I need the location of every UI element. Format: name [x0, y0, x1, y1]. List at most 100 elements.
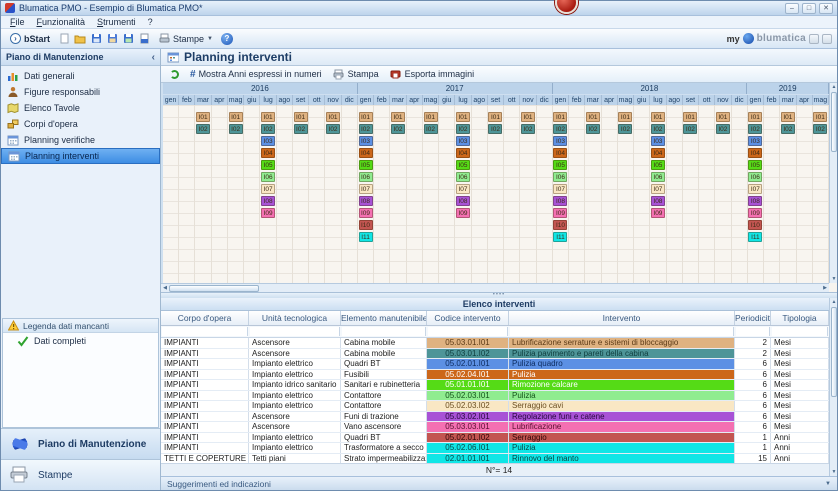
- calendar-cell-i01[interactable]: I01: [456, 112, 470, 122]
- scroll-left-icon[interactable]: ◀: [161, 284, 169, 292]
- calendar-cell-i01[interactable]: I01: [196, 112, 211, 122]
- filter-cell[interactable]: [162, 327, 248, 336]
- table-row-05-02-04-i01[interactable]: IMPIANTI Impianto elettrico Fusibili 05.02.…: [161, 369, 829, 380]
- table-row-05-03-01-i01[interactable]: IMPIANTI Ascensore Cabina mobile 05.03.01.I…: [161, 338, 829, 349]
- maximize-button[interactable]: □: [802, 2, 816, 14]
- calendar-cell-i02[interactable]: I02: [358, 124, 373, 134]
- scroll-right-icon[interactable]: ▶: [821, 284, 829, 292]
- calendar-cell-i09[interactable]: I09: [261, 208, 276, 218]
- filter-cell[interactable]: [772, 327, 828, 336]
- calendar-cell-i11[interactable]: I11: [553, 232, 568, 242]
- calendar-cell-i05[interactable]: I05: [748, 160, 763, 170]
- calendar-cell-i02[interactable]: I02: [488, 124, 503, 134]
- calendar-cell-i05[interactable]: I05: [358, 160, 373, 170]
- calendar-cell-i05[interactable]: I05: [553, 160, 568, 170]
- calendar-cell-i04[interactable]: I04: [748, 148, 763, 158]
- calendar-cell-i08[interactable]: I08: [650, 196, 665, 206]
- calendar-cell-i02[interactable]: I02: [618, 124, 633, 134]
- column-header-tipologia[interactable]: Tipologia: [771, 311, 829, 325]
- sidebar-item-corpi-d-opera[interactable]: Corpi d'opera: [1, 116, 160, 132]
- sidebar-item-dati-generali[interactable]: Dati generali: [1, 68, 160, 84]
- calendar-horizontal-scrollbar[interactable]: ◀ ▶: [161, 283, 829, 292]
- calendar-cell-i01[interactable]: I01: [715, 112, 730, 122]
- calendar-cell-i01[interactable]: I01: [683, 112, 698, 122]
- table-row-05-03-02-i01[interactable]: IMPIANTI Ascensore Funi di trazione 05.03.0…: [161, 411, 829, 422]
- scroll-down-icon[interactable]: ▼: [830, 275, 838, 283]
- calendar-cell-i02[interactable]: I02: [520, 124, 535, 134]
- filter-cell[interactable]: [510, 327, 734, 336]
- calendar-vertical-scrollbar[interactable]: ▲ ▼: [829, 83, 837, 283]
- brand-extra-icon[interactable]: [822, 33, 832, 44]
- scroll-up-icon[interactable]: ▲: [830, 298, 838, 306]
- menu-file[interactable]: File: [5, 17, 30, 27]
- calendar-cell-i02[interactable]: I02: [326, 124, 341, 134]
- calendar-cell-i11[interactable]: I11: [748, 232, 763, 242]
- column-header-codice-intervento[interactable]: Codice intervento: [427, 311, 509, 325]
- column-header-periodicit[interactable]: Periodicità: [735, 311, 771, 325]
- table-row-05-02-03-i01[interactable]: IMPIANTI Impianto elettrico Contattore 05.0…: [161, 390, 829, 401]
- show-years-numbers-button[interactable]: # Mostra Anni espressi in numeri: [187, 69, 325, 80]
- calendar-cell-i06[interactable]: I06: [261, 172, 276, 182]
- calendar-cell-i10[interactable]: I10: [748, 220, 763, 230]
- calendar-cell-i08[interactable]: I08: [261, 196, 276, 206]
- calendar-cell-i02[interactable]: I02: [715, 124, 730, 134]
- calendar-cell-i05[interactable]: I05: [456, 160, 470, 170]
- table-row-05-01-01-i01[interactable]: IMPIANTI Impianto idrico sanitario Sanitar…: [161, 380, 829, 391]
- calendar-cell-i07[interactable]: I07: [553, 184, 568, 194]
- calendar-cell-i01[interactable]: I01: [228, 112, 243, 122]
- table-row-05-02-01-i01[interactable]: IMPIANTI Impianto elettrico Quadri BT 05.02…: [161, 359, 829, 370]
- export-document-button[interactable]: [138, 33, 150, 45]
- scrollbar-thumb[interactable]: [830, 307, 837, 397]
- calendar-cell-i07[interactable]: I07: [650, 184, 665, 194]
- table-row-05-02-03-i02[interactable]: IMPIANTI Impianto elettrico Contattore 05.0…: [161, 401, 829, 412]
- calendar-cell-i02[interactable]: I02: [196, 124, 211, 134]
- sidebar-item-planning-interventi[interactable]: Planning interventi: [1, 148, 160, 164]
- menu-help[interactable]: ?: [143, 17, 158, 27]
- column-header-corpo-d-opera[interactable]: Corpo d'opera: [161, 311, 249, 325]
- calendar-cell-i02[interactable]: I02: [780, 124, 795, 134]
- scrollbar-thumb[interactable]: [169, 285, 259, 292]
- calendar-cell-i01[interactable]: I01: [650, 112, 665, 122]
- calendar-cell-i01[interactable]: I01: [261, 112, 276, 122]
- calendar-cell-i02[interactable]: I02: [813, 124, 828, 134]
- calendar-cell-i02[interactable]: I02: [683, 124, 698, 134]
- calendar-cell-i01[interactable]: I01: [618, 112, 633, 122]
- calendar-cell-i01[interactable]: I01: [358, 112, 373, 122]
- bstart-button[interactable]: › bStart: [6, 32, 54, 45]
- minimize-button[interactable]: –: [785, 2, 799, 14]
- close-button[interactable]: ✕: [819, 2, 833, 14]
- save-as-button[interactable]: [122, 33, 134, 45]
- table-row-05-02-01-i02[interactable]: IMPIANTI Impianto elettrico Quadri BT 05.02…: [161, 432, 829, 443]
- calendar-cell-i07[interactable]: I07: [456, 184, 470, 194]
- calendar-cell-i06[interactable]: I06: [650, 172, 665, 182]
- table-row-05-02-06-i01[interactable]: IMPIANTI Impianto elettrico Trasformatore …: [161, 443, 829, 454]
- calendar-cell-i08[interactable]: I08: [358, 196, 373, 206]
- status-bar[interactable]: Suggerimenti ed indicazioni ▼: [161, 476, 837, 490]
- calendar-cell-i09[interactable]: I09: [748, 208, 763, 218]
- calendar-cell-i03[interactable]: I03: [358, 136, 373, 146]
- save-button[interactable]: [90, 33, 102, 45]
- calendar-cell-i09[interactable]: I09: [553, 208, 568, 218]
- help-button[interactable]: ?: [221, 32, 233, 45]
- sidebar-item-planning-verifiche[interactable]: Planning verifiche: [1, 132, 160, 148]
- column-header-unit-tecnologica[interactable]: Unità tecnologica: [249, 311, 341, 325]
- calendar-cell-i01[interactable]: I01: [520, 112, 535, 122]
- menu-strumenti[interactable]: Strumenti: [92, 17, 141, 27]
- calendar-cell-i02[interactable]: I02: [650, 124, 665, 134]
- calendar-cell-i03[interactable]: I03: [748, 136, 763, 146]
- calendar-cell-i10[interactable]: I10: [358, 220, 373, 230]
- calendar-cell-i01[interactable]: I01: [423, 112, 438, 122]
- calendar-cell-i07[interactable]: I07: [748, 184, 763, 194]
- calendar-cell-i06[interactable]: I06: [456, 172, 470, 182]
- calendar-cell-i01[interactable]: I01: [488, 112, 503, 122]
- calendar-cell-i01[interactable]: I01: [585, 112, 600, 122]
- calendar-cell-i01[interactable]: I01: [553, 112, 568, 122]
- calendar-cell-i06[interactable]: I06: [358, 172, 373, 182]
- collapse-sidebar-icon[interactable]: ‹: [152, 52, 155, 63]
- new-document-button[interactable]: [58, 33, 70, 45]
- scrollbar-thumb[interactable]: [830, 92, 837, 152]
- table-row-05-03-01-i02[interactable]: IMPIANTI Ascensore Cabina mobile 05.03.01.I…: [161, 348, 829, 359]
- calendar-cell-i06[interactable]: I06: [553, 172, 568, 182]
- scroll-up-icon[interactable]: ▲: [830, 83, 838, 91]
- table-row-05-03-03-i01[interactable]: IMPIANTI Ascensore Vano ascensore 05.03.03.…: [161, 422, 829, 433]
